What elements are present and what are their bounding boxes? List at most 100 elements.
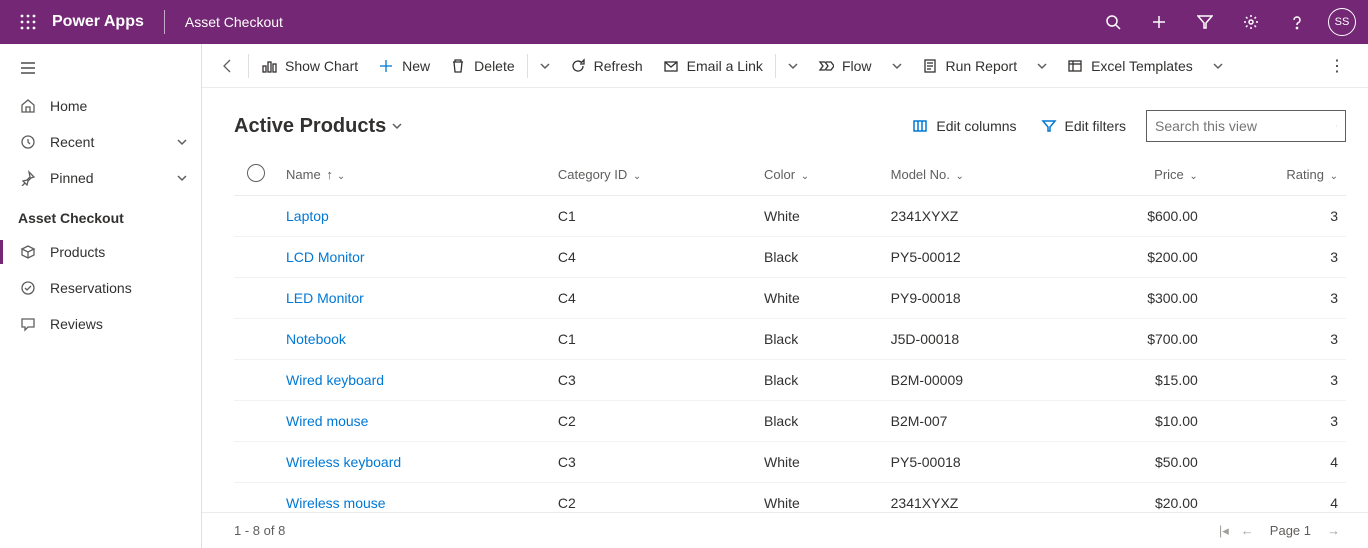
cell-category: C3 bbox=[550, 360, 756, 401]
hamburger-icon[interactable] bbox=[0, 48, 201, 88]
flow-button[interactable]: Flow bbox=[808, 44, 882, 88]
cell-name[interactable]: LCD Monitor bbox=[278, 237, 550, 278]
view-selector-chevron[interactable] bbox=[392, 118, 402, 134]
cell-price: $50.00 bbox=[1068, 442, 1206, 483]
cell-name[interactable]: Notebook bbox=[278, 319, 550, 360]
cell-model: 2341XYXZ bbox=[883, 483, 1068, 513]
cell-model: 2341XYXZ bbox=[883, 196, 1068, 237]
cell-model: B2M-007 bbox=[883, 401, 1068, 442]
column-header-name[interactable]: Name ↑⌄ bbox=[278, 154, 550, 196]
column-header-price[interactable]: Price ⌄ bbox=[1068, 154, 1206, 196]
cell-color: Black bbox=[756, 401, 883, 442]
report-dropdown[interactable] bbox=[1027, 44, 1057, 88]
row-select[interactable] bbox=[234, 401, 278, 442]
products-icon bbox=[20, 244, 36, 260]
cell-rating: 3 bbox=[1206, 401, 1346, 442]
pin-icon bbox=[20, 170, 36, 186]
nav-section-header: Asset Checkout bbox=[0, 196, 201, 234]
table-row[interactable]: Wired mouseC2BlackB2M-007$10.003 bbox=[234, 401, 1346, 442]
search-icon[interactable] bbox=[1090, 0, 1136, 44]
table-row[interactable]: LED MonitorC4WhitePY9-00018$300.003 bbox=[234, 278, 1346, 319]
row-select[interactable] bbox=[234, 319, 278, 360]
row-select[interactable] bbox=[234, 360, 278, 401]
row-select[interactable] bbox=[234, 237, 278, 278]
command-bar: Show Chart New Delete Refresh Email a Li… bbox=[202, 44, 1368, 88]
excel-templates-button[interactable]: Excel Templates bbox=[1057, 44, 1203, 88]
pager-next[interactable]: → bbox=[1321, 523, 1346, 538]
filter-icon[interactable] bbox=[1182, 0, 1228, 44]
table-row[interactable]: NotebookC1BlackJ5D-00018$700.003 bbox=[234, 319, 1346, 360]
cell-category: C4 bbox=[550, 278, 756, 319]
nav-reviews[interactable]: Reviews bbox=[0, 306, 201, 342]
email-dropdown[interactable] bbox=[778, 44, 808, 88]
cell-name[interactable]: Wired keyboard bbox=[278, 360, 550, 401]
table-row[interactable]: Wireless keyboardC3WhitePY5-00018$50.004 bbox=[234, 442, 1346, 483]
delete-dropdown[interactable] bbox=[530, 44, 560, 88]
reviews-icon bbox=[20, 316, 36, 332]
search-view-box[interactable] bbox=[1146, 110, 1346, 142]
email-icon bbox=[663, 58, 679, 74]
cell-category: C2 bbox=[550, 401, 756, 442]
pager-first[interactable]: |◂ bbox=[1213, 523, 1235, 539]
row-select[interactable] bbox=[234, 278, 278, 319]
add-icon[interactable] bbox=[1136, 0, 1182, 44]
columns-icon bbox=[912, 118, 928, 134]
reservations-icon bbox=[20, 280, 36, 296]
cell-model: PY5-00012 bbox=[883, 237, 1068, 278]
table-row[interactable]: LCD MonitorC4BlackPY5-00012$200.003 bbox=[234, 237, 1346, 278]
delete-button[interactable]: Delete bbox=[440, 44, 524, 88]
column-header-color[interactable]: Color ⌄ bbox=[756, 154, 883, 196]
edit-filters-button[interactable]: Edit filters bbox=[1029, 110, 1138, 142]
cell-name[interactable]: Wired mouse bbox=[278, 401, 550, 442]
nav-reservations[interactable]: Reservations bbox=[0, 270, 201, 306]
column-header-model[interactable]: Model No. ⌄ bbox=[883, 154, 1068, 196]
run-report-button[interactable]: Run Report bbox=[912, 44, 1028, 88]
flow-icon bbox=[818, 58, 834, 74]
nav-home[interactable]: Home bbox=[0, 88, 201, 124]
cell-model: B2M-00009 bbox=[883, 360, 1068, 401]
refresh-button[interactable]: Refresh bbox=[560, 44, 653, 88]
cell-price: $15.00 bbox=[1068, 360, 1206, 401]
cell-name[interactable]: LED Monitor bbox=[278, 278, 550, 319]
overflow-menu[interactable]: ⋮ bbox=[1315, 56, 1360, 76]
settings-icon[interactable] bbox=[1228, 0, 1274, 44]
select-all-header[interactable] bbox=[234, 154, 278, 196]
help-icon[interactable] bbox=[1274, 0, 1320, 44]
cell-rating: 3 bbox=[1206, 237, 1346, 278]
cell-rating: 3 bbox=[1206, 196, 1346, 237]
column-header-category[interactable]: Category ID ⌄ bbox=[550, 154, 756, 196]
cell-color: White bbox=[756, 196, 883, 237]
nav-pinned[interactable]: Pinned bbox=[0, 160, 201, 196]
back-button[interactable] bbox=[210, 58, 246, 74]
nav-recent[interactable]: Recent bbox=[0, 124, 201, 160]
email-link-button[interactable]: Email a Link bbox=[653, 44, 773, 88]
app-launcher-icon[interactable] bbox=[12, 14, 44, 30]
cell-category: C4 bbox=[550, 237, 756, 278]
column-header-rating[interactable]: Rating ⌄ bbox=[1206, 154, 1346, 196]
row-select[interactable] bbox=[234, 196, 278, 237]
flow-dropdown[interactable] bbox=[882, 44, 912, 88]
table-row[interactable]: LaptopC1White2341XYXZ$600.003 bbox=[234, 196, 1346, 237]
view-title: Active Products bbox=[234, 115, 386, 138]
cell-price: $10.00 bbox=[1068, 401, 1206, 442]
cell-rating: 3 bbox=[1206, 360, 1346, 401]
cell-name[interactable]: Wireless keyboard bbox=[278, 442, 550, 483]
table-row[interactable]: Wired keyboardC3BlackB2M-00009$15.003 bbox=[234, 360, 1346, 401]
row-select[interactable] bbox=[234, 483, 278, 513]
cell-name[interactable]: Wireless mouse bbox=[278, 483, 550, 513]
show-chart-button[interactable]: Show Chart bbox=[251, 44, 368, 88]
excel-dropdown[interactable] bbox=[1203, 44, 1233, 88]
user-avatar[interactable]: SS bbox=[1328, 8, 1356, 36]
home-icon bbox=[20, 98, 36, 114]
search-view-input[interactable] bbox=[1155, 118, 1336, 134]
table-row[interactable]: Wireless mouseC2White2341XYXZ$20.004 bbox=[234, 483, 1346, 513]
new-button[interactable]: New bbox=[368, 44, 440, 88]
pager-prev[interactable]: ← bbox=[1235, 523, 1260, 538]
cell-price: $700.00 bbox=[1068, 319, 1206, 360]
sidebar: Home Recent Pinned Asset Checkout Produc… bbox=[0, 44, 202, 548]
cell-name[interactable]: Laptop bbox=[278, 196, 550, 237]
edit-columns-button[interactable]: Edit columns bbox=[900, 110, 1028, 142]
cell-category: C1 bbox=[550, 196, 756, 237]
nav-products[interactable]: Products bbox=[0, 234, 201, 270]
row-select[interactable] bbox=[234, 442, 278, 483]
